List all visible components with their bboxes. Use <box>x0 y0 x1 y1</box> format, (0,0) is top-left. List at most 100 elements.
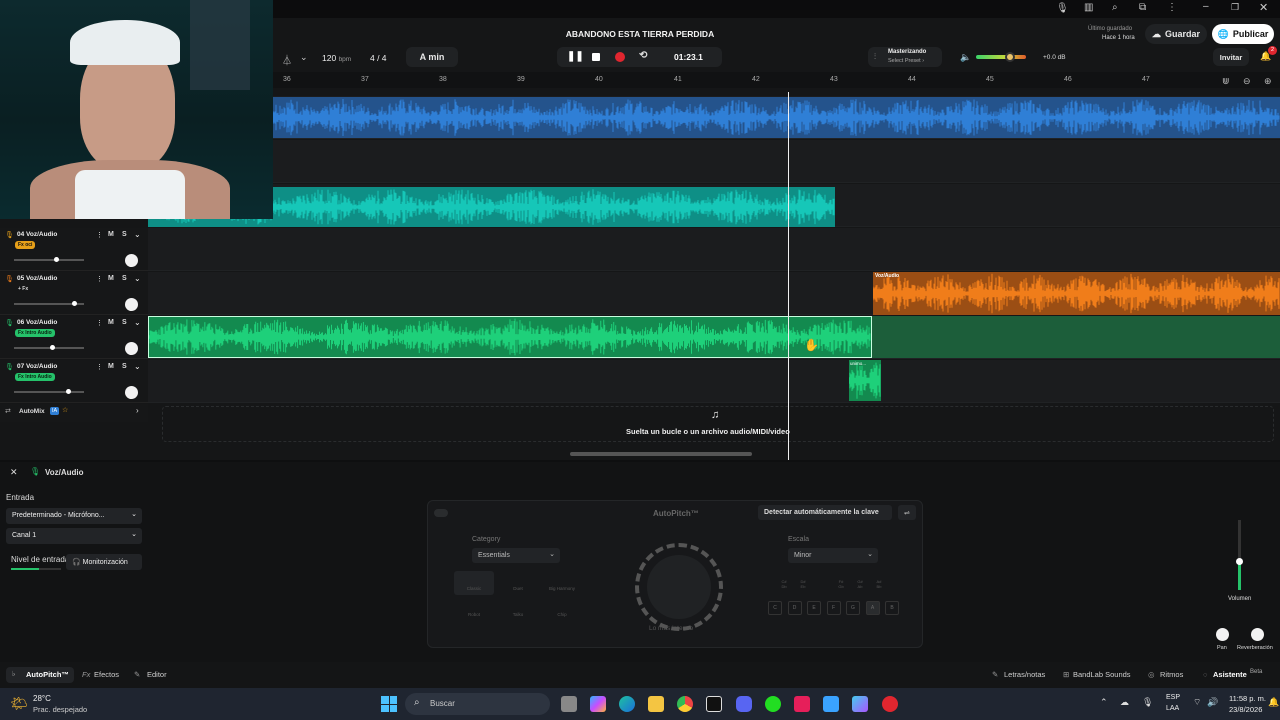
taskbar-search[interactable]: ⌕ Buscar <box>405 693 550 715</box>
onedrive-icon[interactable]: ☁ <box>1120 697 1129 708</box>
windows-start-icon[interactable] <box>381 696 397 712</box>
sharp-key[interactable]: A# Bb <box>871 579 887 593</box>
solo-button[interactable]: S <box>122 231 127 238</box>
clip-orange[interactable]: Voz/Audio <box>873 272 1280 315</box>
chevron-down-icon[interactable]: ⌄ <box>300 52 308 63</box>
track-header-04[interactable]: 🎙 04 Voz/Audio Fx oci ⋮ M S ⌄ <box>0 228 148 271</box>
weather-icon[interactable]: 🌤 <box>10 695 28 712</box>
fx-badge[interactable]: Fx Intro Audio <box>15 373 55 381</box>
loop-icon[interactable]: ⟲ <box>639 50 647 61</box>
library-icon[interactable]: ▥ <box>1084 2 1093 13</box>
pan-knob[interactable] <box>125 298 138 311</box>
track-header-07[interactable]: 🎙 07 Voz/Audio Fx Intro Audio ⋮ M S ⌄ <box>0 360 148 403</box>
fx-badge[interactable]: + Fx <box>15 285 31 293</box>
clip-green-selected[interactable] <box>148 316 872 358</box>
tiktok-icon[interactable] <box>794 696 810 712</box>
preset-item[interactable]: Robot <box>454 597 494 621</box>
solo-button[interactable]: S <box>122 275 127 282</box>
preset-item[interactable]: Duet <box>498 571 538 595</box>
sharp-key[interactable]: C# Db <box>776 579 792 593</box>
sharp-key[interactable]: G# Ab <box>852 579 868 593</box>
chrome-icon[interactable] <box>677 696 693 712</box>
microphone-tray-icon[interactable]: 🎙 <box>1142 697 1153 708</box>
capcut-icon[interactable] <box>706 696 722 712</box>
tab-lyrics[interactable]: Letras/notas <box>1004 670 1045 679</box>
preset-item[interactable]: Classic <box>454 571 494 595</box>
note-key[interactable]: E <box>807 601 821 615</box>
track-lane-4[interactable] <box>148 228 1280 271</box>
horizontal-scrollbar[interactable] <box>570 452 752 456</box>
track-header-05[interactable]: 🎙 05 Voz/Audio + Fx ⋮ M S ⌄ <box>0 272 148 315</box>
volume-tray-icon[interactable]: 🔊 <box>1207 697 1218 708</box>
wifi-icon[interactable]: ⌔ <box>1193 697 1201 708</box>
monitor-button[interactable]: 🎧 Monitorización <box>66 554 142 570</box>
tab-assistant[interactable]: Asistente <box>1213 670 1247 679</box>
zoom-icon[interactable]: ⌕ <box>1112 2 1118 13</box>
save-button[interactable]: ☁ Guardar <box>1145 24 1207 44</box>
project-title[interactable]: ABANDONO ESTA TIERRA PERDIDA <box>540 29 740 39</box>
lang-top[interactable]: ESP <box>1166 694 1180 701</box>
volume-fader-track[interactable] <box>1238 520 1241 590</box>
track-volume-slider[interactable] <box>14 389 84 394</box>
sharp-key[interactable]: F# Gb <box>833 579 849 593</box>
bpm-display[interactable]: 120 bpm <box>322 53 351 63</box>
fx-badge[interactable]: Fx oci <box>15 241 36 249</box>
channel-select[interactable]: Canal 1 ⌄ <box>6 528 142 544</box>
pan-knob[interactable] <box>125 254 138 267</box>
scale-select[interactable]: Minor ⌄ <box>788 548 878 563</box>
volume-fader-thumb[interactable] <box>1236 558 1243 565</box>
track-name[interactable]: 05 Voz/Audio <box>17 275 57 282</box>
mute-button[interactable]: M <box>108 231 114 238</box>
track-volume-slider[interactable] <box>14 345 84 350</box>
tray-chevron-up-icon[interactable]: ⌃ <box>1100 697 1108 708</box>
master-volume-thumb[interactable] <box>1005 52 1015 62</box>
tab-rhythms[interactable]: Ritmos <box>1160 670 1183 679</box>
mute-button[interactable]: M <box>108 319 114 326</box>
metronome-icon[interactable]: ⏃ <box>282 52 292 67</box>
input-device-select[interactable]: Predeterminado - Micrófono... ⌄ <box>6 508 142 524</box>
pan-knob[interactable] <box>125 342 138 355</box>
preset-item[interactable]: Big Harmony <box>542 571 582 595</box>
tab-effects[interactable]: Efectos <box>94 670 119 679</box>
bandlab-icon[interactable] <box>882 696 898 712</box>
chevron-right-icon[interactable]: › <box>136 406 139 415</box>
publish-button[interactable]: 🌐 Publicar <box>1212 24 1274 44</box>
preset-item[interactable]: Chip <box>542 597 582 621</box>
settings-button[interactable]: ⇌ <box>898 505 916 520</box>
app-icon[interactable] <box>852 696 868 712</box>
pan-knob[interactable] <box>125 386 138 399</box>
track-volume-slider[interactable] <box>14 257 84 262</box>
edge-icon[interactable] <box>619 696 635 712</box>
reverb-knob[interactable] <box>1251 628 1264 641</box>
autopitch-toggle[interactable] <box>434 509 448 517</box>
track-menu-icon[interactable]: ⋮ <box>96 319 103 327</box>
fx-badge[interactable]: Fx Intro Audio <box>15 329 55 337</box>
close-window-icon[interactable]: ✕ <box>1259 1 1268 14</box>
chevron-down-icon[interactable]: ⌄ <box>134 274 141 283</box>
time-signature[interactable]: 4 / 4 <box>370 53 387 63</box>
tab-bandlab-sounds[interactable]: BandLab Sounds <box>1073 670 1131 679</box>
track-header-06[interactable]: 🎙 06 Voz/Audio Fx Intro Audio ⋮ M S ⌄ <box>0 316 148 359</box>
tab-autopitch[interactable]: ♭ AutoPitch™ <box>6 667 74 683</box>
stop-icon[interactable] <box>592 53 600 61</box>
track-name[interactable]: 07 Voz/Audio <box>17 363 57 370</box>
close-panel-icon[interactable]: ✕ <box>10 467 18 478</box>
clip-green-small[interactable]: unimo... <box>849 360 881 401</box>
intensity-knob[interactable] <box>635 543 723 631</box>
track-menu-icon[interactable]: ⋮ <box>96 231 103 239</box>
discord-icon[interactable] <box>736 696 752 712</box>
note-key[interactable]: D <box>787 601 802 615</box>
note-key[interactable]: G <box>846 601 860 615</box>
track-menu-icon[interactable]: ⋮ <box>96 275 103 283</box>
mute-button[interactable]: M <box>108 363 114 370</box>
chevron-down-icon[interactable]: ⌄ <box>134 362 141 371</box>
track-lane-2[interactable] <box>148 140 1280 183</box>
key-selector[interactable]: A min <box>406 47 458 67</box>
notepad-icon[interactable] <box>823 696 839 712</box>
tab-editor[interactable]: Editor <box>147 670 167 679</box>
track-menu-icon[interactable]: ⋮ <box>96 363 103 371</box>
chevron-down-icon[interactable]: ⌄ <box>134 318 141 327</box>
track-name[interactable]: 06 Voz/Audio <box>17 319 57 326</box>
automix-row[interactable]: ⇄ AutoMix IA ☆ › <box>0 404 148 422</box>
clock-time[interactable]: 11:58 p. m. <box>1229 694 1266 703</box>
